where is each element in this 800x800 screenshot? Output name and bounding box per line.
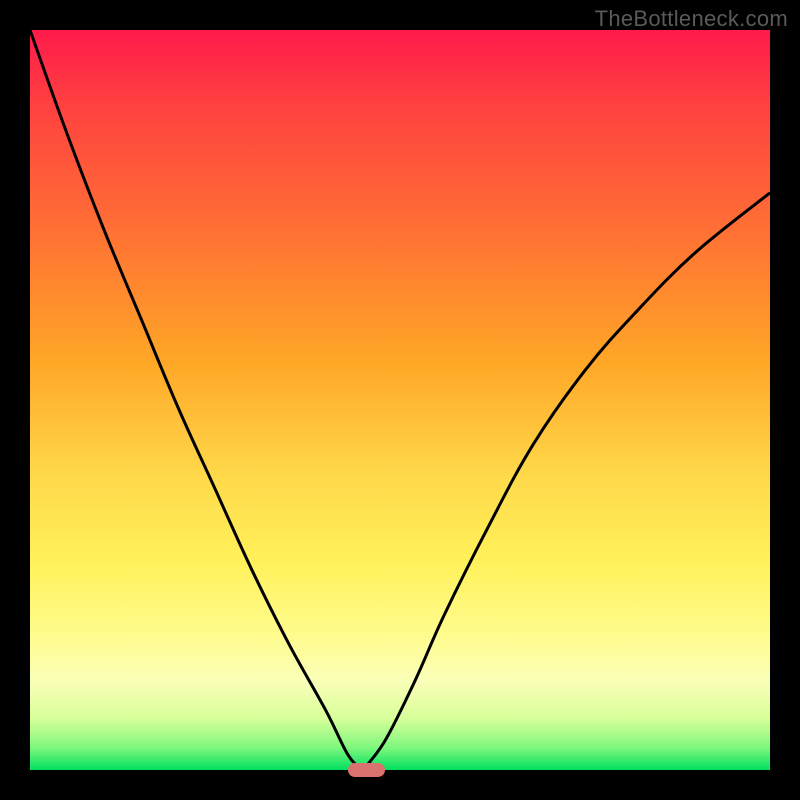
watermark-text: TheBottleneck.com xyxy=(595,6,788,32)
curve-left-branch xyxy=(30,30,363,770)
outer-frame: TheBottleneck.com xyxy=(0,0,800,800)
plot-area xyxy=(30,30,770,770)
optimal-marker xyxy=(348,763,385,777)
curve-right-branch xyxy=(363,193,770,770)
bottleneck-curve xyxy=(30,30,770,770)
